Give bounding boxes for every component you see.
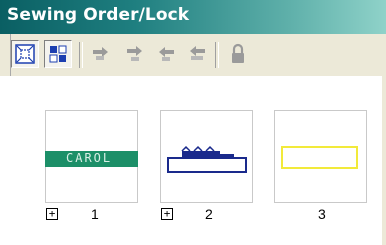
- order-sort-icon: [49, 45, 67, 63]
- expand-toggle-2[interactable]: +: [161, 208, 173, 220]
- expand-toggle-1[interactable]: +: [46, 208, 58, 220]
- move-back-button[interactable]: [121, 40, 149, 68]
- frame-select-icon: [15, 44, 35, 64]
- lock-button[interactable]: [224, 40, 252, 68]
- item-number-2: 2: [205, 206, 213, 222]
- embroidery-outline-shape: [167, 145, 247, 173]
- title-bar[interactable]: Sewing Order/Lock: [0, 0, 386, 34]
- item-number-3: 3: [318, 206, 326, 222]
- right-border: [382, 34, 386, 245]
- lock-icon: [232, 43, 244, 63]
- order-sort-button[interactable]: [44, 40, 72, 68]
- toolbar-separator: [215, 42, 219, 68]
- move-last-button[interactable]: [183, 40, 211, 68]
- toolbar-separator: [79, 42, 83, 68]
- move-forward-icon: [159, 47, 174, 61]
- move-forward-button[interactable]: [152, 40, 180, 68]
- frame-select-button[interactable]: [11, 40, 39, 68]
- move-last-icon: [190, 46, 205, 60]
- sewing-order-lock-window: Sewing Order/Lock CAROL + 1 + 2 3: [0, 0, 386, 245]
- move-back-icon: [127, 46, 142, 61]
- carol-embroidery-text: CAROL: [66, 151, 113, 165]
- move-first-icon: [93, 47, 108, 60]
- toolbar: [0, 36, 386, 74]
- embroidery-frame-outline: [281, 146, 358, 169]
- move-first-button[interactable]: [88, 40, 116, 68]
- window-title: Sewing Order/Lock: [7, 5, 190, 25]
- item-number-1: 1: [91, 206, 99, 222]
